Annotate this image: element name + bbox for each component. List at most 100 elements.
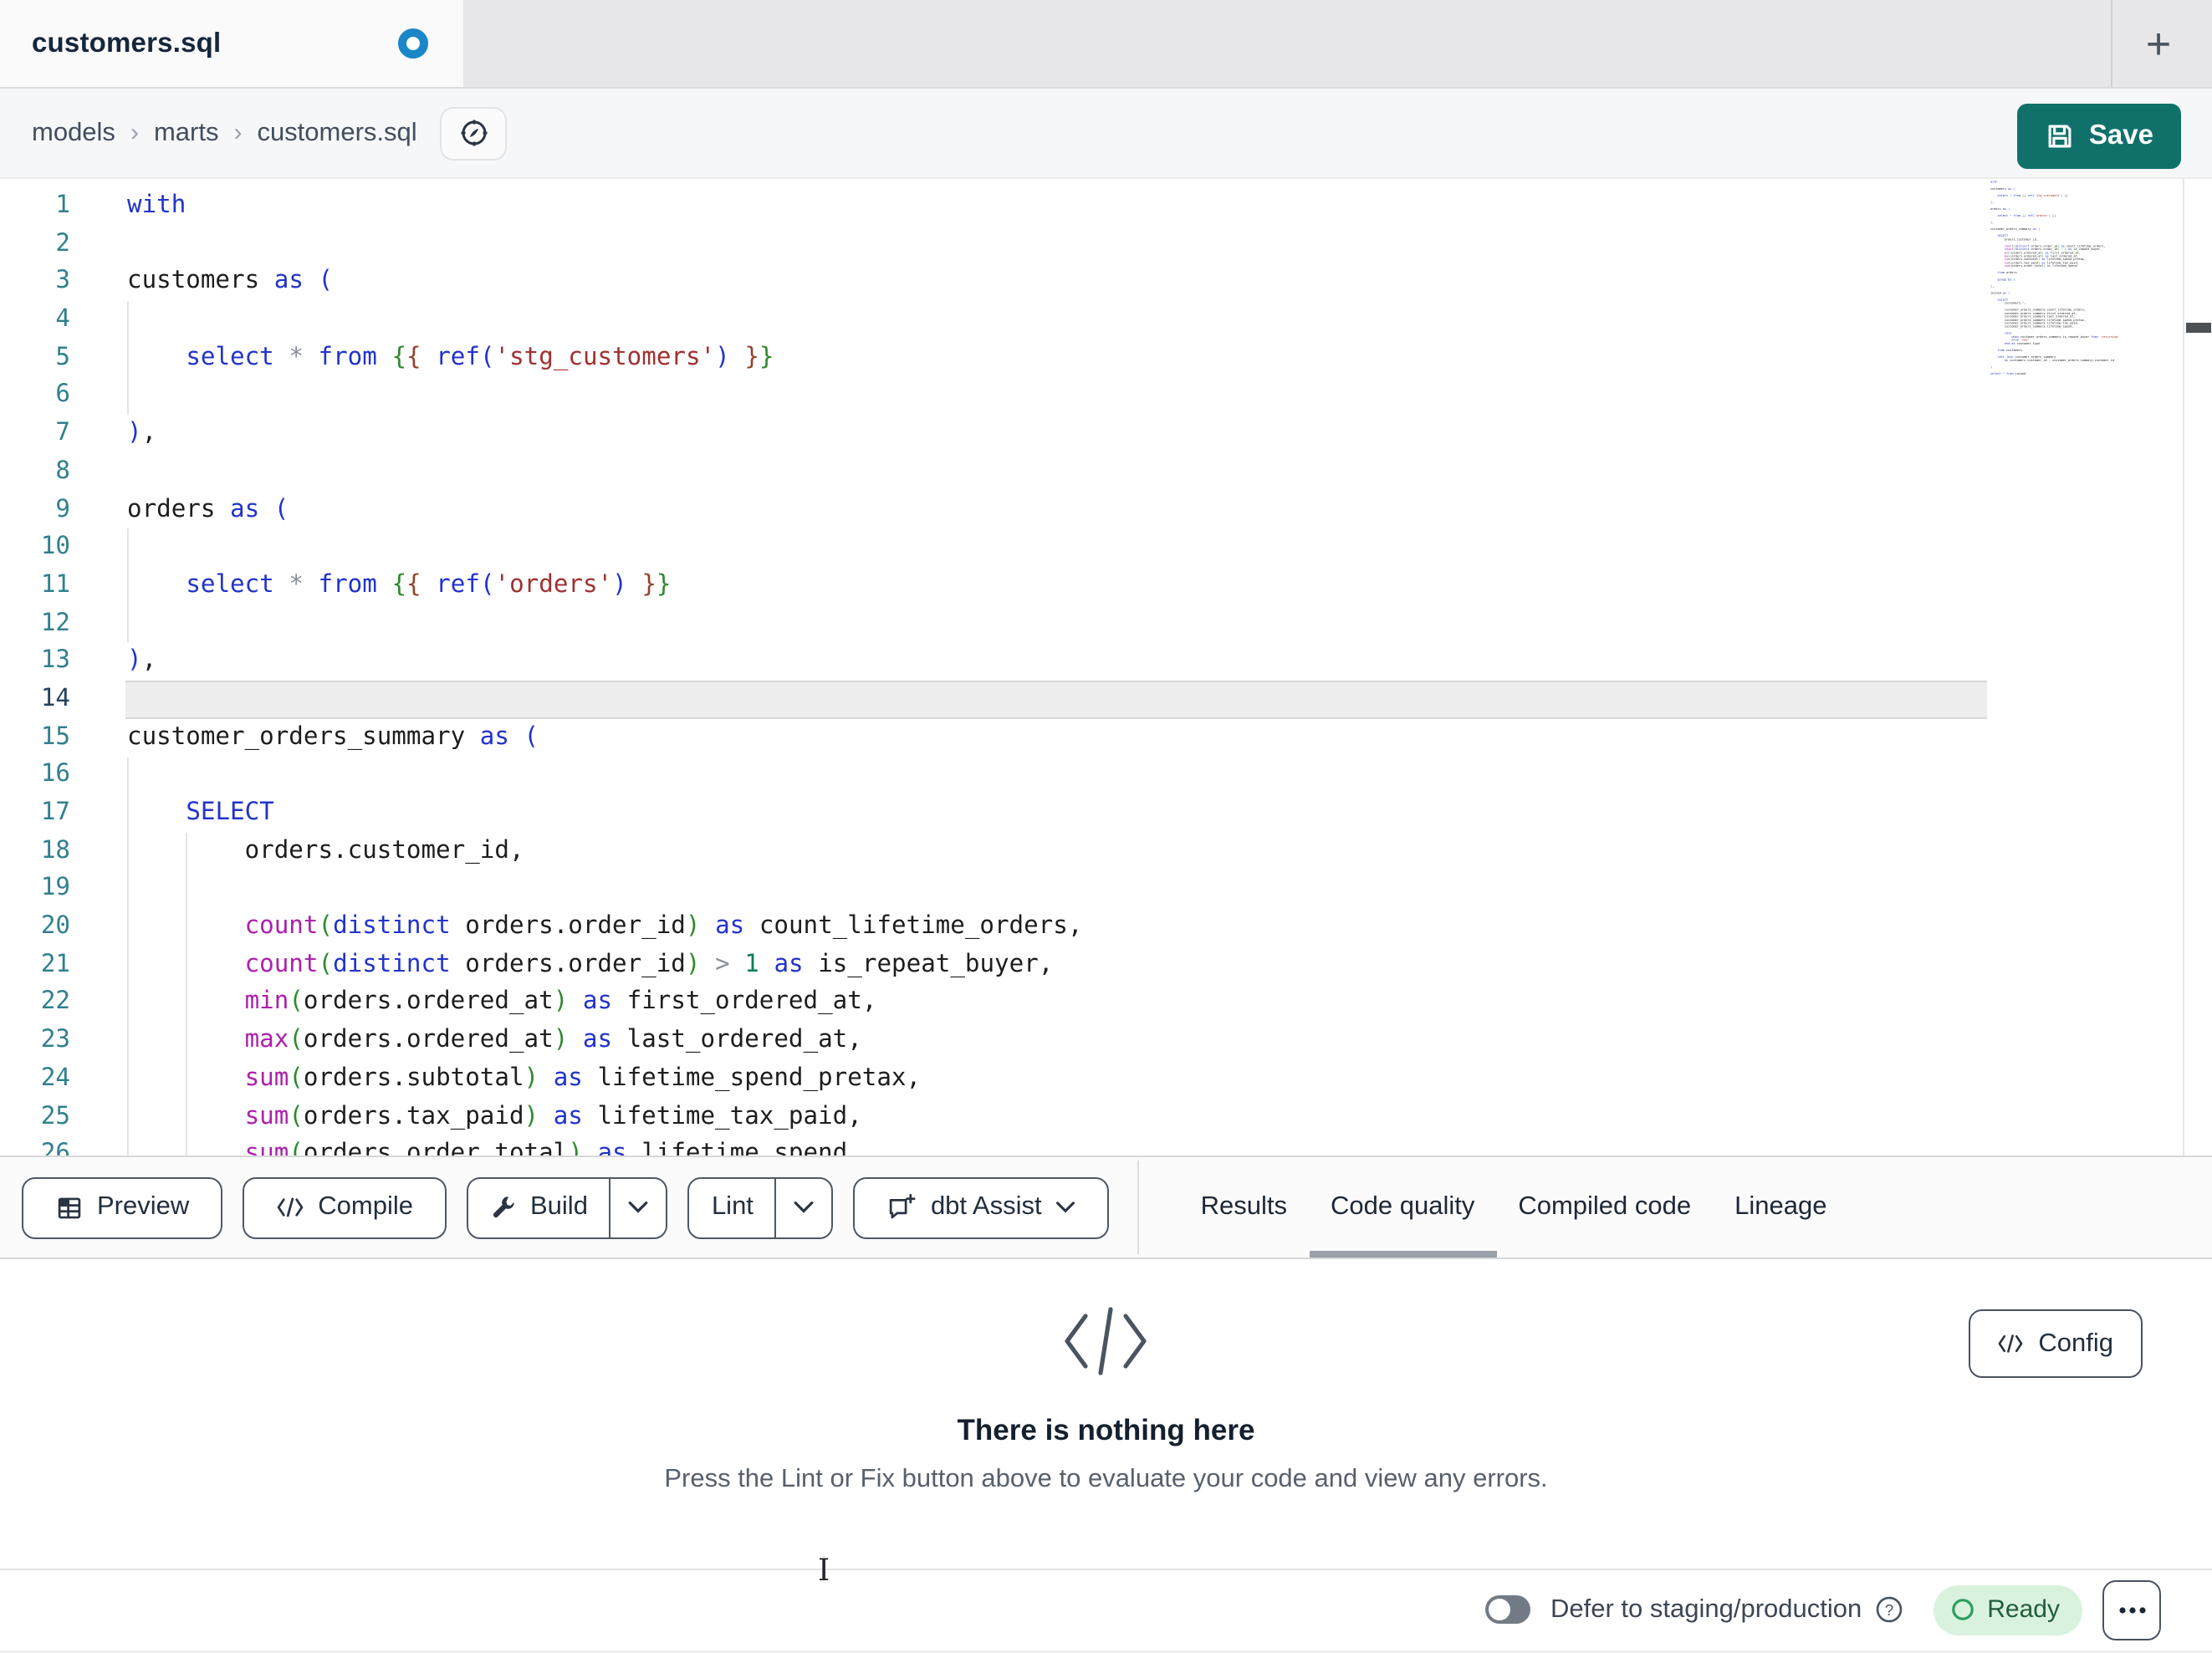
line-number: 23 (40, 1025, 70, 1054)
line-number: 4 (55, 304, 70, 334)
empty-state-subtitle: Press the Lint or Fix button above to ev… (664, 1465, 1548, 1493)
dbt-assist-button-label: dbt Assist (930, 1192, 1042, 1221)
line-number: 8 (55, 456, 70, 485)
tab-results[interactable]: Results (1179, 1157, 1309, 1258)
line-number: 12 (40, 608, 70, 637)
code-line[interactable]: 7), (0, 415, 2212, 452)
build-button[interactable]: Build (468, 1178, 610, 1237)
line-number: 16 (40, 759, 70, 788)
unsaved-changes-dot-icon (398, 28, 428, 59)
line-number: 3 (55, 266, 70, 295)
breadcrumb-item[interactable]: models (32, 118, 115, 148)
code-icon (1997, 1334, 2022, 1353)
code-line[interactable]: 6 (0, 377, 2212, 415)
mouse-ibeam-cursor: I (818, 1554, 830, 1589)
more-options-button[interactable] (2102, 1579, 2162, 1640)
line-number: 10 (40, 532, 70, 561)
dbt-ide-window: customers.sql + models › marts › customers.s… (0, 0, 2212, 1653)
code-line[interactable]: 5 select * from {{ ref('stg_customers') … (0, 339, 2212, 377)
config-button[interactable]: Config (1968, 1309, 2142, 1378)
result-tabs: Results Code quality Compiled code Lineage (1179, 1157, 1849, 1258)
code-line[interactable]: 20 count(distinct orders.order_id) as co… (0, 908, 2212, 946)
tab-lineage[interactable]: Lineage (1713, 1157, 1848, 1258)
toggle-knob (1489, 1599, 1510, 1621)
code-line[interactable]: 1 with (0, 187, 2212, 225)
line-number: 18 (40, 835, 70, 865)
code-line[interactable]: 14 (0, 681, 2212, 718)
empty-state-title: There is nothing here (957, 1413, 1255, 1446)
save-button[interactable]: Save (2016, 104, 2180, 169)
code-line[interactable]: 3 customers as ( (0, 263, 2212, 301)
code-line[interactable]: 16 (0, 757, 2212, 794)
code-line[interactable]: 17 SELECT (0, 794, 2212, 832)
code-line[interactable]: 12 (0, 605, 2212, 642)
compile-button[interactable]: Compile (243, 1176, 447, 1238)
plus-icon: + (2145, 18, 2172, 69)
defer-label: Defer to staging/production (1550, 1594, 1862, 1624)
breadcrumb-separator: › (233, 119, 243, 147)
tab-code-quality[interactable]: Code quality (1309, 1157, 1497, 1258)
tab-compiled-code[interactable]: Compiled code (1496, 1157, 1713, 1258)
save-button-label: Save (2088, 120, 2153, 151)
line-number: 14 (40, 683, 70, 712)
chevron-down-icon (1055, 1201, 1075, 1213)
breadcrumb: models › marts › customers.sql (32, 118, 417, 148)
code-line[interactable]: 23 max(orders.ordered_at) as last_ordere… (0, 1022, 2212, 1059)
file-tab-customers-sql[interactable]: customers.sql (0, 0, 463, 87)
ready-circle-icon (1952, 1599, 1974, 1621)
lint-button[interactable]: Lint (690, 1178, 775, 1237)
code-line[interactable]: 4 (0, 301, 2212, 339)
line-number: 2 (55, 228, 70, 258)
code-line[interactable]: 24 sum(orders.subtotal) as lifetime_spen… (0, 1060, 2212, 1098)
minimap[interactable]: with customers as ( select * from {{ ref… (1990, 181, 2121, 385)
code-quality-panel: There is nothing here Press the Lint or … (0, 1259, 2212, 1569)
code-line[interactable]: 18 orders.customer_id, (0, 832, 2212, 870)
defer-help-button[interactable]: ? (1875, 1596, 1903, 1625)
line-number: 20 (40, 911, 70, 941)
code-line[interactable]: 22 min(orders.ordered_at) as first_order… (0, 984, 2212, 1022)
build-dropdown-button[interactable] (609, 1178, 667, 1237)
code-line[interactable]: 9 orders as ( (0, 491, 2212, 528)
code-line[interactable]: 15 customer_orders_summary as ( (0, 718, 2212, 756)
code-line[interactable]: 13), (0, 643, 2212, 681)
code-slash-icon (1065, 1307, 1147, 1375)
preview-button[interactable]: Preview (22, 1176, 223, 1238)
save-floppy-icon (2048, 125, 2072, 148)
code-line[interactable]: 10 (0, 528, 2212, 566)
defer-toggle[interactable] (1485, 1595, 1530, 1625)
code-line[interactable]: 8 (0, 453, 2212, 491)
code-line[interactable]: 19 (0, 870, 2212, 908)
code-editor[interactable]: 1 with 2 3 customers as (4 5 select * from {{… (0, 179, 2212, 1156)
lint-dropdown-button[interactable] (774, 1178, 832, 1237)
breadcrumb-separator: › (130, 119, 139, 147)
status-badge-label: Ready (1987, 1595, 2060, 1625)
compile-button-label: Compile (318, 1192, 413, 1221)
line-number: 21 (40, 949, 70, 978)
status-badge[interactable]: Ready (1934, 1584, 2083, 1635)
breadcrumb-item[interactable]: marts (154, 118, 219, 148)
status-bar: I Defer to staging/production ? Ready (0, 1554, 2212, 1653)
code-lines[interactable]: 1 with 2 3 customers as (4 5 select * from {{… (0, 187, 2212, 1156)
line-number: 7 (55, 418, 70, 447)
line-number: 5 (55, 342, 70, 371)
svg-text:?: ? (1885, 1602, 1894, 1620)
line-number: 13 (40, 645, 70, 675)
line-number: 22 (40, 987, 70, 1016)
code-line[interactable]: 25 sum(orders.tax_paid) as lifetime_tax_… (0, 1098, 2212, 1135)
line-number: 15 (40, 722, 70, 751)
file-info-button[interactable] (440, 106, 508, 160)
config-button-label: Config (2038, 1329, 2113, 1357)
line-number: 24 (40, 1063, 70, 1092)
ellipsis-icon (2119, 1606, 2146, 1614)
scrollbar-marker (2186, 323, 2211, 333)
dbt-assist-button[interactable]: dbt Assist (853, 1176, 1109, 1238)
preview-button-label: Preview (97, 1192, 190, 1221)
new-tab-button[interactable]: + (2135, 20, 2182, 67)
code-line[interactable]: 2 (0, 225, 2212, 263)
question-circle-icon: ? (1876, 1597, 1903, 1623)
code-line[interactable]: 21 count(distinct orders.order_id) > 1 a… (0, 946, 2212, 984)
code-line[interactable]: 26 sum(orders.order_total) as lifetime_s… (0, 1135, 2212, 1156)
breadcrumb-item[interactable]: customers.sql (257, 118, 416, 148)
code-line[interactable]: 11 select * from {{ ref('orders') }} (0, 567, 2212, 605)
file-tab-title: customers.sql (32, 28, 222, 58)
